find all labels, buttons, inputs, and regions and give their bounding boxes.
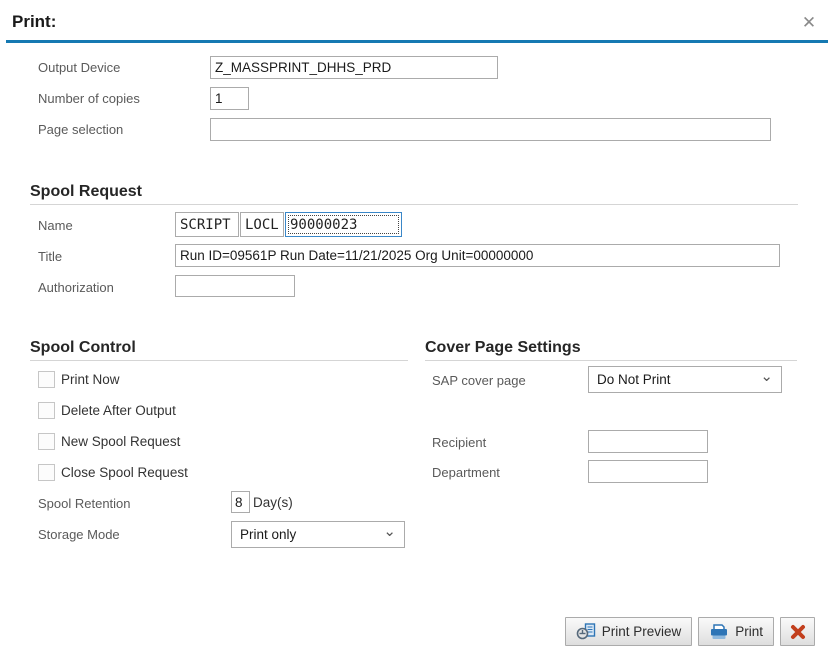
new-spool-request-label: New Spool Request <box>61 434 180 449</box>
recipient-input[interactable] <box>588 430 708 453</box>
spool-control-rule <box>30 360 408 361</box>
spool-request-heading: Spool Request <box>30 183 142 201</box>
output-device-label: Output Device <box>38 60 120 75</box>
print-dialog: Print: ✕ Output Device Number of copies … <box>0 0 836 660</box>
print-preview-button[interactable]: Print Preview <box>565 617 693 646</box>
copies-label: Number of copies <box>38 91 140 106</box>
delete-after-output-checkbox[interactable] <box>38 402 55 419</box>
title-input[interactable] <box>175 244 780 267</box>
print-preview-icon <box>576 623 596 641</box>
spool-retention-input[interactable] <box>231 491 250 513</box>
print-button[interactable]: Print <box>698 617 774 646</box>
copies-input[interactable] <box>210 87 249 110</box>
footer-toolbar: Print Preview Print <box>565 617 815 646</box>
page-selection-label: Page selection <box>38 122 123 137</box>
print-now-checkbox[interactable] <box>38 371 55 388</box>
print-label: Print <box>735 624 763 639</box>
sap-cover-page-select[interactable]: Do Not Print ⌄ <box>588 366 782 393</box>
print-preview-label: Print Preview <box>602 624 682 639</box>
delete-after-output-label: Delete After Output <box>61 403 176 418</box>
name-label: Name <box>38 218 73 233</box>
authorization-label: Authorization <box>38 280 114 295</box>
cover-page-rule <box>425 360 797 361</box>
print-now-label: Print Now <box>61 372 120 387</box>
spool-name-part1-input[interactable] <box>175 212 239 237</box>
storage-mode-select[interactable]: Print only ⌄ <box>231 521 405 548</box>
cancel-x-icon <box>790 624 806 640</box>
spool-retention-label: Spool Retention <box>38 496 131 511</box>
storage-mode-value: Print only <box>240 522 296 547</box>
cancel-button[interactable] <box>780 617 815 646</box>
spool-control-heading: Spool Control <box>30 339 136 357</box>
close-spool-request-label: Close Spool Request <box>61 465 188 480</box>
spool-name-part3-input[interactable] <box>285 212 402 237</box>
cover-page-heading: Cover Page Settings <box>425 339 581 357</box>
dialog-title: Print: <box>12 12 56 32</box>
department-input[interactable] <box>588 460 708 483</box>
spool-retention-suffix: Day(s) <box>253 495 293 510</box>
spool-name-part2-input[interactable] <box>240 212 284 237</box>
header-accent-rule <box>6 40 828 43</box>
title-label: Title <box>38 249 62 264</box>
chevron-down-icon: ⌄ <box>383 527 396 537</box>
storage-mode-label: Storage Mode <box>38 527 120 542</box>
printer-icon <box>709 623 729 641</box>
sap-cover-page-value: Do Not Print <box>597 367 671 392</box>
spool-request-rule <box>30 204 798 205</box>
department-label: Department <box>432 465 500 480</box>
output-device-input[interactable] <box>210 56 498 79</box>
authorization-input[interactable] <box>175 275 295 297</box>
page-selection-input[interactable] <box>210 118 771 141</box>
sap-cover-page-label: SAP cover page <box>432 373 526 388</box>
chevron-down-icon: ⌄ <box>760 372 773 382</box>
close-icon[interactable]: ✕ <box>796 11 822 35</box>
recipient-label: Recipient <box>432 435 486 450</box>
new-spool-request-checkbox[interactable] <box>38 433 55 450</box>
close-spool-request-checkbox[interactable] <box>38 464 55 481</box>
